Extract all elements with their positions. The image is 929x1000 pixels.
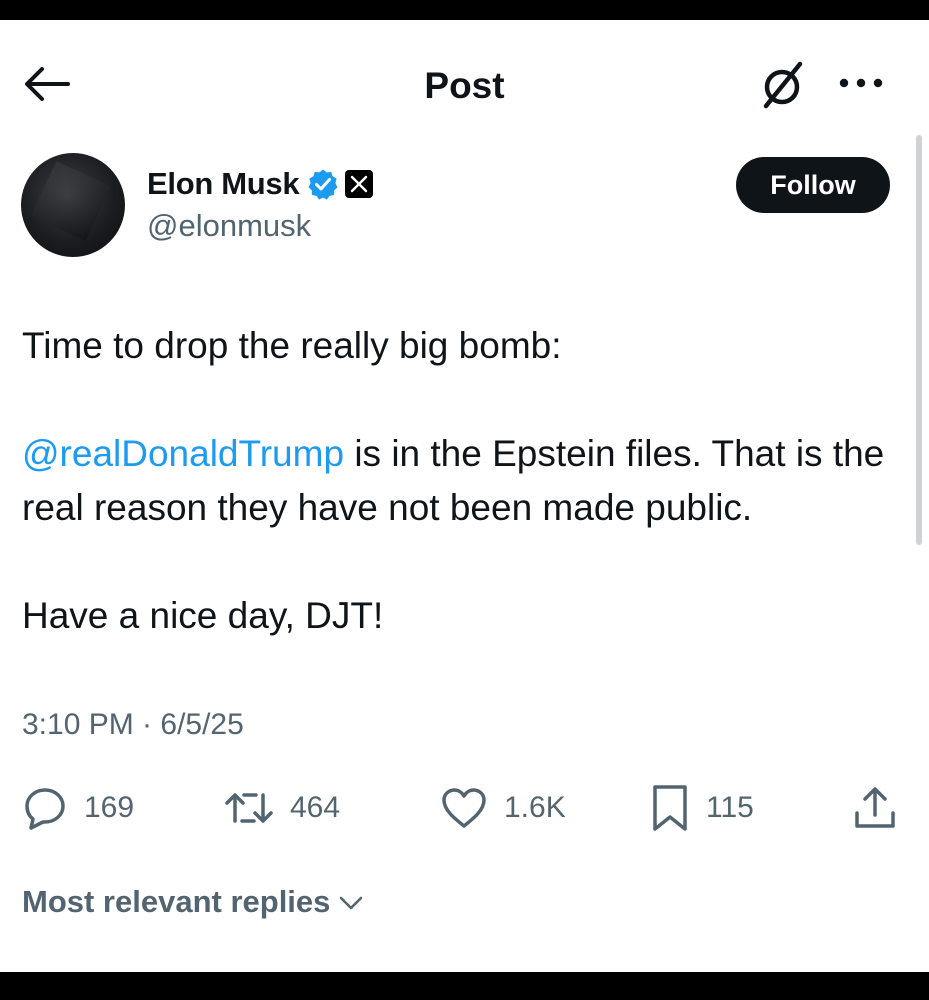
navigation-bar [0, 972, 929, 1000]
author-name-row: Elon Musk [147, 164, 374, 204]
share-button[interactable] [852, 780, 898, 836]
like-count: 1.6K [504, 791, 566, 824]
action-bar: 169 464 1.6K 115 [0, 780, 929, 840]
like-button[interactable]: 1.6K [440, 780, 566, 836]
follow-button[interactable]: Follow [736, 157, 890, 213]
chevron-down-icon [340, 896, 363, 910]
heart-icon [442, 788, 486, 828]
header: Post [0, 20, 929, 140]
timestamp[interactable]: 3:10 PM · 6/5/25 [22, 708, 244, 742]
share-icon [855, 787, 895, 828]
author-display-name[interactable]: Elon Musk [147, 166, 300, 202]
status-bar [0, 0, 929, 20]
reply-icon [25, 788, 65, 830]
tweet-line-3: Have a nice day, DJT! [22, 595, 384, 636]
replies-sort-label: Most relevant replies [22, 884, 331, 919]
repost-button[interactable]: 464 [224, 780, 340, 836]
more-dots-icon [839, 78, 883, 88]
grok-icon [763, 61, 803, 109]
repost-count: 464 [290, 791, 341, 824]
author-handle[interactable]: @elonmusk [147, 208, 311, 244]
scrollbar[interactable] [916, 135, 922, 545]
more-button[interactable] [834, 68, 890, 98]
grok-button[interactable] [758, 60, 808, 110]
repost-icon [225, 793, 273, 823]
reply-button[interactable]: 169 [22, 780, 134, 836]
tweet-line-2: @realDonaldTrump is in the Epstein files… [22, 427, 912, 535]
tweet-line-1: Time to drop the really big bomb: [22, 325, 562, 366]
mention-link[interactable]: @realDonaldTrump [22, 433, 344, 474]
reply-count: 169 [84, 791, 135, 824]
x-logo-icon[interactable] [345, 170, 374, 198]
tweet-text: Time to drop the really big bomb: @realD… [22, 319, 912, 697]
bookmark-button[interactable]: 115 [650, 780, 754, 836]
avatar[interactable] [21, 153, 125, 257]
replies-sort-dropdown[interactable]: Most relevant replies [22, 884, 366, 920]
verified-badge-icon[interactable] [307, 168, 339, 200]
bookmark-icon [653, 785, 687, 831]
bookmark-count: 115 [706, 791, 754, 824]
